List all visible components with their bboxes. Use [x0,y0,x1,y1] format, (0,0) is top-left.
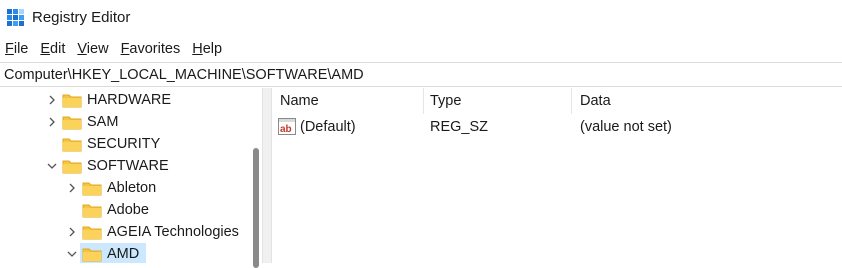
tree-scrollbar-thumb[interactable] [253,148,259,268]
tree-item-sam[interactable]: SAM [0,111,250,133]
folder-icon [62,138,82,152]
menu-view[interactable]: View [71,38,114,60]
chevron-right-icon[interactable] [66,182,78,194]
window-title: Registry Editor [32,9,131,26]
tree-item-label: SOFTWARE [87,158,169,174]
tree-item-hardware[interactable]: HARDWARE [0,89,250,111]
tree-item-label: Ableton [107,180,157,196]
tree-item-label: AGEIA Technologies [107,224,239,240]
value-name: (Default) [300,119,356,135]
tree-item-label: HARDWARE [87,92,172,108]
value-row[interactable]: ab (Default) REG_SZ (value not set) [272,116,842,138]
value-type: REG_SZ [430,119,489,135]
tree-item-label: Adobe [107,202,149,218]
folder-open-icon [62,160,82,174]
tree-item-label: SAM [87,114,119,130]
chevron-right-icon[interactable] [66,226,78,238]
menu-file[interactable]: File [0,38,34,60]
tree-item-software[interactable]: SOFTWARE [0,155,250,177]
menu-favorites[interactable]: Favorites [115,38,187,60]
tree-item-ageia-technologies[interactable]: AGEIA Technologies [0,221,250,243]
folder-icon [82,182,102,196]
string-value-icon: ab [278,118,296,135]
chevron-right-icon[interactable] [46,94,58,106]
menu-help[interactable]: Help [186,38,228,60]
values-list[interactable]: Name Type Data ab (Default) REG_SZ (valu… [272,88,842,263]
chevron-right-icon[interactable] [46,116,58,128]
tree-item-ableton[interactable]: Ableton [0,177,250,199]
address-bar[interactable]: Computer\HKEY_LOCAL_MACHINE\SOFTWARE\AMD [0,62,842,87]
folder-open-icon [82,248,102,262]
menu-edit[interactable]: Edit [34,38,71,60]
folder-icon [62,116,82,130]
menu-bar: File Edit View Favorites Help [0,37,842,61]
tree-item-label: AMD [107,246,140,262]
chevron-down-icon[interactable] [46,160,58,172]
title-bar: Registry Editor [0,0,842,37]
tree-scrollbar[interactable] [250,88,262,268]
value-data: (value not set) [580,119,672,135]
tree-item-label: SECURITY [87,136,161,152]
column-header-name[interactable]: Name [272,88,424,114]
folder-icon [62,94,82,108]
pane-splitter[interactable] [262,88,272,263]
tree-item-amd[interactable]: AMD [0,243,250,263]
column-header-data[interactable]: Data [572,88,842,114]
column-header-type[interactable]: Type [422,88,572,114]
folder-icon [82,204,102,218]
tree-item-adobe[interactable]: Adobe [0,199,250,221]
address-path[interactable]: Computer\HKEY_LOCAL_MACHINE\SOFTWARE\AMD [4,67,364,83]
registry-tree[interactable]: HARDWARE SAM SECURITY SOFTWARE Ableton A… [0,88,262,263]
tree-item-security[interactable]: SECURITY [0,133,250,155]
registry-editor-icon [7,9,24,26]
folder-icon [82,226,102,240]
svg-text:ab: ab [280,124,292,135]
chevron-down-icon[interactable] [66,248,78,260]
